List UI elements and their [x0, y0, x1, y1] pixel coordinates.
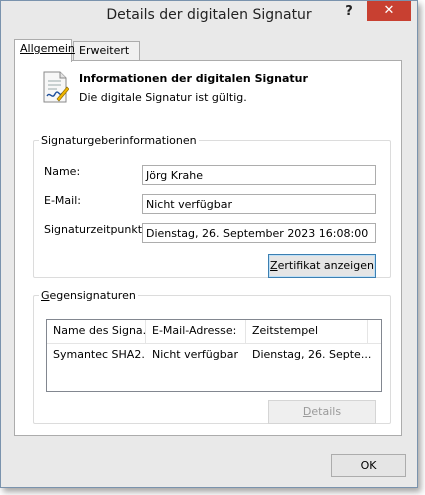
help-button[interactable]: ?	[339, 4, 359, 22]
signature-status-text: Die digitale Signatur ist gültig.	[79, 91, 247, 104]
row-name-cell: Symantec SHA2...	[53, 348, 146, 361]
tab-panel-allgemein: Informationen der digitalen Signatur Die…	[14, 60, 402, 436]
countersignatures-mnemonic: G	[41, 289, 50, 302]
tab-allgemein[interactable]: Allgemein	[14, 39, 75, 62]
view-certificate-mnemonic: Z	[270, 259, 278, 272]
signature-document-icon	[41, 71, 70, 106]
column-header-timestamp[interactable]: Zeitstempel	[246, 320, 368, 343]
title-bar: Details der digitalen Signatur ? ✕	[1, 1, 417, 31]
email-field[interactable]: Nicht verfügbar	[142, 194, 376, 214]
close-button[interactable]: ✕	[367, 1, 411, 21]
signature-details-dialog: Details der digitalen Signatur ? ✕ Allge…	[0, 0, 418, 488]
details-label: etails	[311, 405, 342, 418]
signing-time-label: Signaturzeitpunkt:	[44, 223, 146, 236]
signer-info-legend: Signaturgeberinformationen	[41, 134, 197, 147]
signer-info-group: Signaturgeberinformationen Name: Jörg Kr…	[33, 134, 391, 278]
column-header-email[interactable]: E-Mail-Adresse:	[146, 320, 246, 343]
countersignatures-label: egensignaturen	[49, 289, 136, 302]
tab-label: Erweitert	[79, 44, 130, 57]
column-header-name[interactable]: Name des Signa...	[47, 320, 146, 343]
list-header: Name des Signa... E-Mail-Adresse: Zeitst…	[47, 320, 381, 344]
signing-time-field[interactable]: Dienstag, 26. September 2023 16:08:00	[142, 223, 376, 243]
email-label: E-Mail:	[44, 194, 81, 207]
name-label: Name:	[44, 165, 81, 178]
countersignatures-legend: Gegensignaturen	[39, 289, 138, 302]
tab-label: Allgemein	[20, 42, 75, 55]
tab-erweitert[interactable]: Erweitert	[73, 41, 140, 61]
row-timestamp-cell: Dienstag, 26. Septe...	[252, 348, 372, 361]
info-heading: Informationen der digitalen Signatur	[79, 72, 308, 85]
countersignatures-group: Gegensignaturen Name des Signa... E-Mail…	[33, 289, 391, 424]
view-certificate-label: ertifikat anzeigen	[277, 259, 374, 272]
ok-button[interactable]: OK	[331, 454, 406, 477]
details-button[interactable]: Details	[268, 400, 376, 424]
countersignature-list[interactable]: Name des Signa... E-Mail-Adresse: Zeitst…	[46, 319, 382, 392]
name-field[interactable]: Jörg Krahe	[142, 165, 376, 185]
close-icon: ✕	[383, 3, 395, 18]
help-icon: ?	[345, 4, 353, 19]
row-email-cell: Nicht verfügbar	[152, 348, 238, 361]
view-certificate-button[interactable]: Zertifikat anzeigen	[268, 254, 376, 278]
